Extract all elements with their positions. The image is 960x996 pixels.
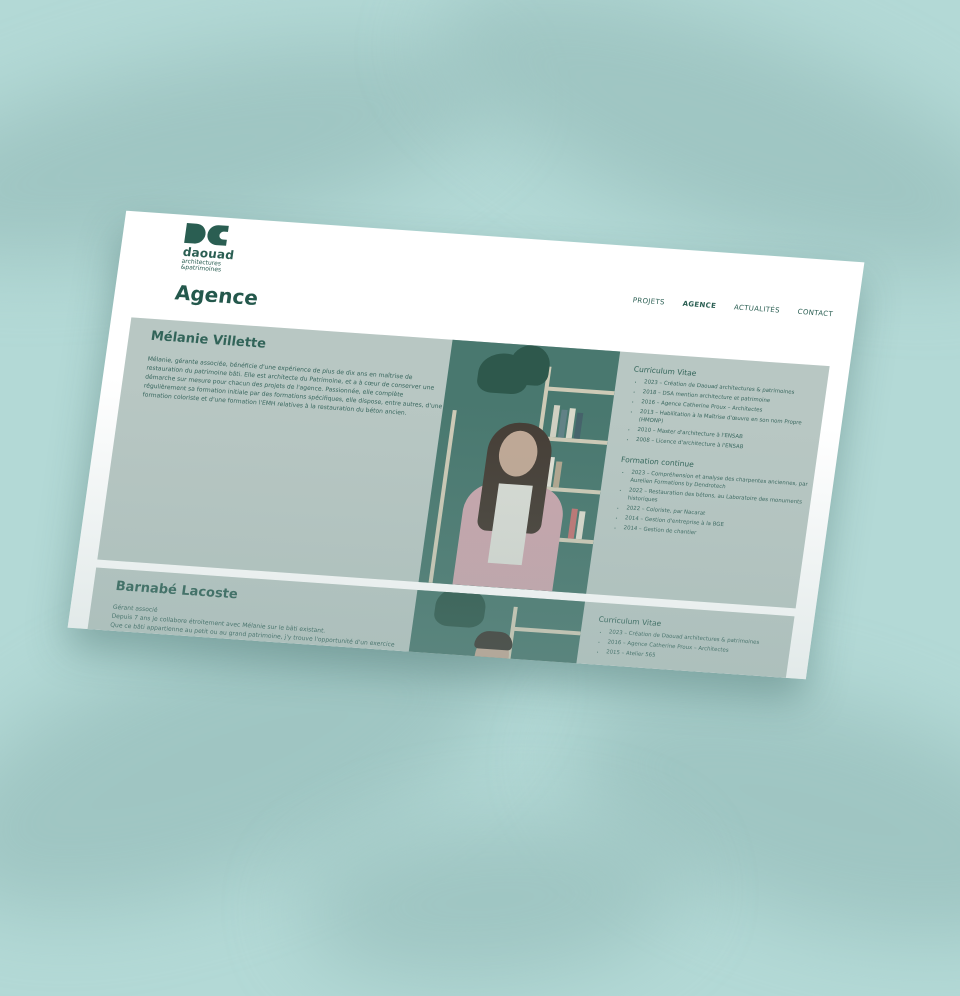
logo-mark-icon xyxy=(184,222,247,247)
person-name: Barnabé Lacoste xyxy=(114,578,239,603)
nav-projets[interactable]: PROJETS xyxy=(632,296,665,306)
person-bio: Mélanie, gérante associée, bénéficie d'u… xyxy=(142,355,443,417)
nav-contact[interactable]: CONTACT xyxy=(797,308,833,318)
cv-panel: Curriculum Vitae 2023 – Création de Daou… xyxy=(578,602,791,679)
cv-list: 2023 – Création de Daouad architectures … xyxy=(615,377,822,456)
formation-list: 2023 – Compréhension et analyse des char… xyxy=(603,467,809,544)
person-card: Mélanie Villette Mélanie, gérante associ… xyxy=(97,317,830,609)
person-photo xyxy=(418,339,621,594)
nav-agence[interactable]: AGENCE xyxy=(682,300,717,310)
page-title: Agence xyxy=(173,280,260,311)
cv-panel: Curriculum Vitae 2023 – Création de Daou… xyxy=(594,352,826,608)
main-nav: PROJETS AGENCE ACTUALITÉS CONTACT xyxy=(632,296,833,318)
person-name: Mélanie Villette xyxy=(149,328,267,352)
site-logo[interactable]: daouad architectures &patrimoines xyxy=(180,222,247,275)
nav-actualites[interactable]: ACTUALITÉS xyxy=(733,303,780,314)
website-screen: daouad architectures &patrimoines PROJET… xyxy=(67,210,865,680)
